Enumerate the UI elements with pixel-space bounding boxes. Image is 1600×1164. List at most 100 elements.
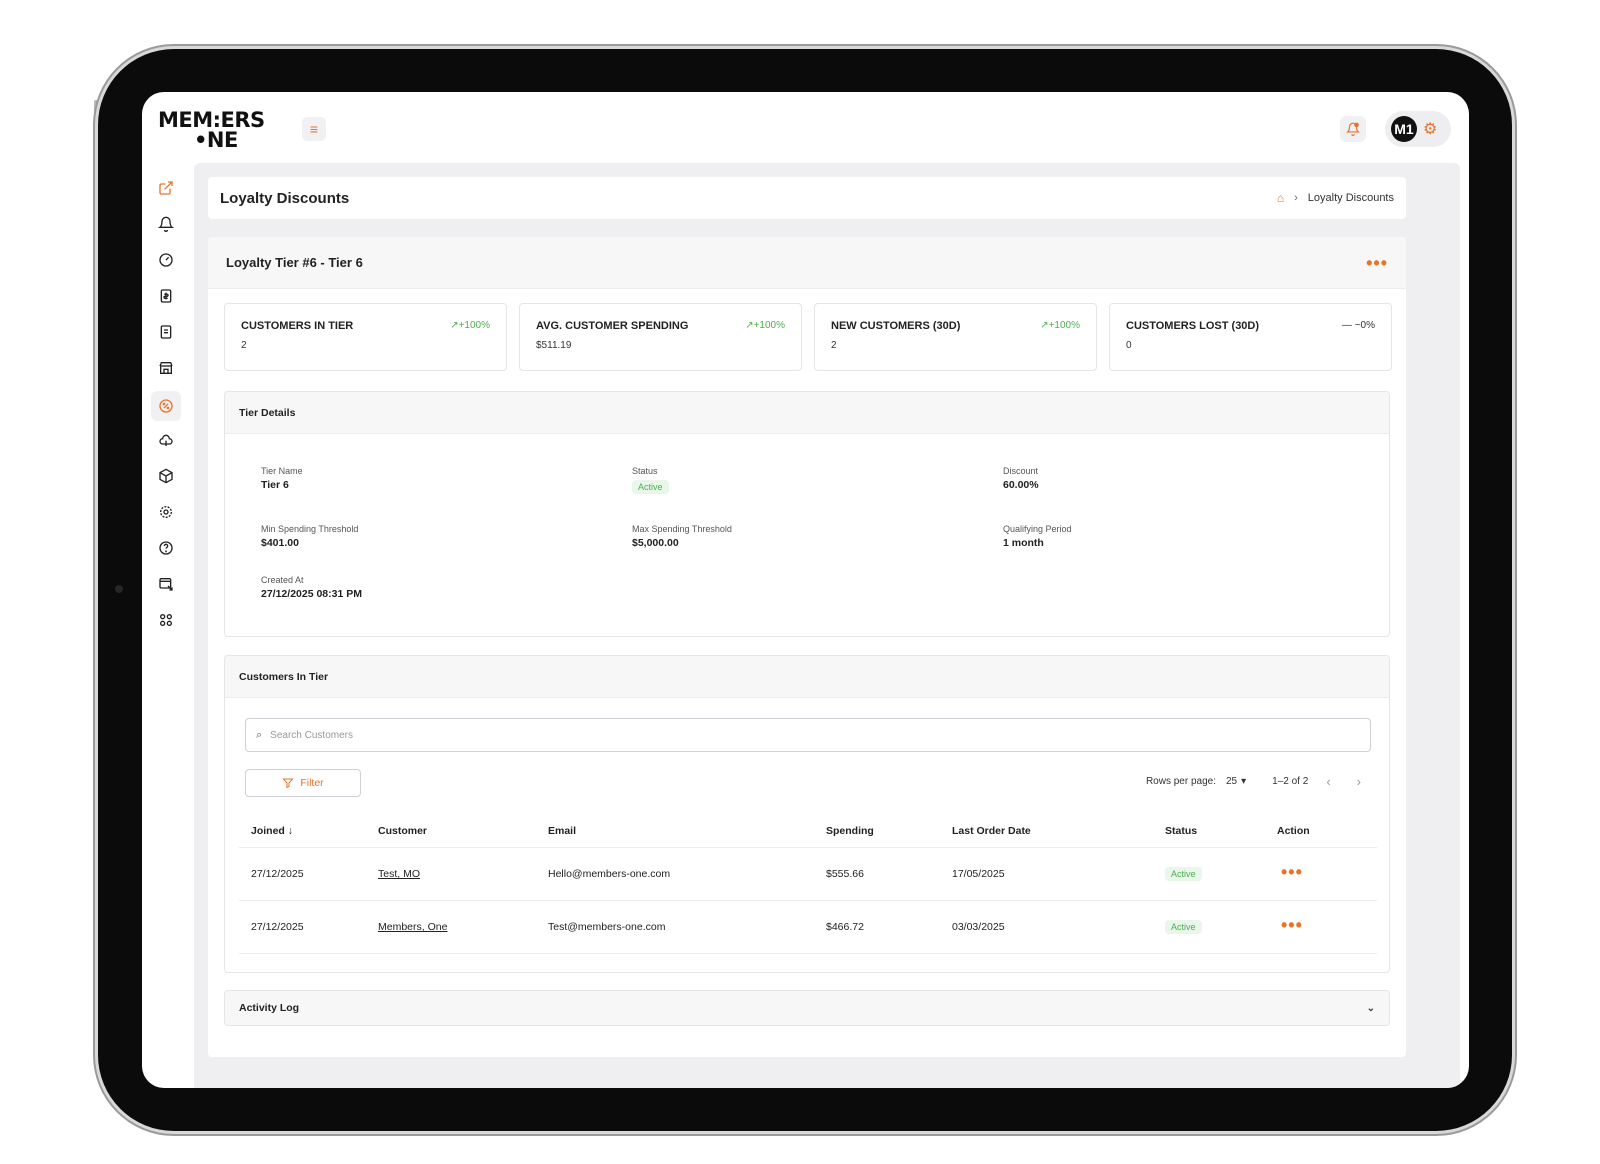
- cell-joined: 27/12/2025: [251, 921, 304, 933]
- box-icon: [159, 468, 173, 483]
- notifications-button[interactable]: [1340, 116, 1366, 142]
- sidebar-item-external[interactable]: [150, 172, 182, 208]
- table-row: 27/12/2025 Test, MO Hello@members-one.co…: [239, 848, 1377, 901]
- tablet-camera: [115, 585, 123, 593]
- search-box[interactable]: ⌕: [245, 718, 1371, 752]
- trend-up-icon: ↗: [450, 320, 459, 331]
- sidebar-item-help[interactable]: [150, 532, 182, 568]
- field-value: 1 month: [1003, 537, 1044, 549]
- sort-desc-icon: ↓: [287, 824, 294, 837]
- sidebar-item-wallet[interactable]: [150, 316, 182, 352]
- avatar[interactable]: M1: [1391, 116, 1417, 142]
- filter-label: Filter: [300, 777, 324, 789]
- cell-spending: $555.66: [826, 868, 864, 880]
- cell-last-order: 03/03/2025: [952, 921, 1005, 933]
- cloud-icon: [159, 434, 173, 446]
- home-icon[interactable]: ⌂: [1277, 191, 1284, 205]
- rows-per-page-label: Rows per page:: [1145, 776, 1216, 787]
- customer-link[interactable]: Test, MO: [378, 868, 420, 880]
- dashboard-icon: [159, 252, 173, 267]
- row-more-actions-icon[interactable]: •••: [1277, 915, 1303, 935]
- receipt-icon: [160, 288, 172, 303]
- field-value: $5,000.00: [632, 537, 679, 549]
- sidebar-item-notifications[interactable]: [150, 208, 182, 244]
- next-page-icon[interactable]: ›: [1349, 774, 1369, 789]
- sidebar-item-transactions[interactable]: [150, 280, 182, 316]
- prev-page-icon[interactable]: ‹: [1318, 774, 1338, 789]
- status-badge: Active: [632, 480, 669, 494]
- stat-trend: — ~0%: [1341, 320, 1375, 331]
- sidebar-item-settings[interactable]: [150, 496, 182, 532]
- field-tier-name: Tier Name Tier 6: [261, 466, 303, 491]
- main-content: Loyalty Discounts ⌂ › Loyalty Discounts …: [194, 163, 1460, 1088]
- settings-gear-icon[interactable]: ⚙: [1423, 119, 1437, 139]
- stat-card-customers-lost: CUSTOMERS LOST (30D) 0 — ~0%: [1109, 303, 1392, 371]
- logo-line-2: •NE: [194, 128, 238, 152]
- sidebar-item-dashboard[interactable]: [150, 244, 182, 280]
- tier-panel: Loyalty Tier #6 - Tier 6 ••• CUSTOMERS I…: [208, 237, 1406, 1057]
- field-label: Min Spending Threshold: [261, 524, 359, 534]
- filter-button[interactable]: Filter: [245, 769, 361, 797]
- integrations-icon: [160, 613, 172, 626]
- stat-value: 2: [241, 340, 247, 351]
- field-value: Tier 6: [261, 479, 289, 491]
- page-range: 1–2 of 2: [1272, 776, 1309, 787]
- customers-heading: Customers In Tier: [225, 656, 1389, 698]
- store-icon: [159, 361, 173, 374]
- stat-value: 0: [1126, 340, 1132, 351]
- rows-per-page-select[interactable]: 25 ▾: [1226, 776, 1246, 787]
- stat-trend: ↗+100%: [745, 320, 785, 331]
- brand-logo[interactable]: MEM:ERS •NE: [158, 110, 265, 152]
- sidebar-item-cloud[interactable]: [150, 424, 182, 460]
- external-link-icon: [159, 180, 173, 195]
- activity-log-toggle[interactable]: Activity Log ⌄: [224, 990, 1390, 1026]
- col-last-order-date[interactable]: Last Order Date: [952, 825, 1165, 837]
- tier-panel-header: Loyalty Tier #6 - Tier 6 •••: [208, 237, 1406, 289]
- wallet-icon: [160, 324, 172, 339]
- col-customer[interactable]: Customer: [378, 825, 548, 837]
- hamburger-icon: ≡: [309, 121, 319, 137]
- stat-value: 2: [831, 340, 837, 351]
- field-value: 27/12/2025 08:31 PM: [261, 588, 362, 600]
- col-status[interactable]: Status: [1165, 825, 1277, 837]
- tier-details-body: Tier Name Tier 6 Status Active Discount …: [225, 434, 1389, 636]
- table-header-row: Joined ↓ Customer Email Spending Last Or…: [239, 814, 1377, 848]
- sidebar-item-products[interactable]: [150, 460, 182, 496]
- stat-card-avg-spending: AVG. CUSTOMER SPENDING $511.19 ↗+100%: [519, 303, 802, 371]
- stat-trend: ↗+100%: [1040, 320, 1080, 331]
- discount-icon: [159, 399, 173, 413]
- cell-last-order: 17/05/2025: [952, 868, 1005, 880]
- customers-table: Joined ↓ Customer Email Spending Last Or…: [239, 814, 1377, 954]
- field-label: Tier Name: [261, 466, 303, 476]
- help-icon: [159, 540, 173, 555]
- col-email[interactable]: Email: [548, 825, 826, 837]
- sidebar-item-integrations[interactable]: [150, 604, 182, 640]
- customer-link[interactable]: Members, One: [378, 921, 447, 933]
- tier-title: Loyalty Tier #6 - Tier 6: [226, 255, 363, 270]
- field-label: Created At: [261, 575, 304, 585]
- sidebar-item-browser[interactable]: [150, 568, 182, 604]
- stat-trend: ↗+100%: [450, 320, 490, 331]
- cell-joined: 27/12/2025: [251, 868, 304, 880]
- chevron-down-icon: ⌄: [1366, 1002, 1375, 1014]
- trend-flat-icon: —: [1341, 320, 1355, 331]
- breadcrumb-current: Loyalty Discounts: [1307, 192, 1394, 204]
- sidebar-item-store[interactable]: [150, 352, 182, 388]
- row-more-actions-icon[interactable]: •••: [1277, 862, 1303, 882]
- search-input[interactable]: [270, 729, 1360, 741]
- tier-more-actions-icon[interactable]: •••: [1366, 254, 1388, 272]
- search-icon: ⌕: [256, 728, 263, 741]
- status-badge: Active: [1165, 920, 1202, 934]
- user-menu[interactable]: M1 ⚙: [1385, 111, 1451, 147]
- col-joined[interactable]: Joined ↓: [239, 825, 378, 837]
- field-created-at: Created At 27/12/2025 08:31 PM: [261, 575, 362, 600]
- customers-card: Customers In Tier ⌕ Filter Rows per page…: [224, 655, 1390, 973]
- page-title: Loyalty Discounts: [220, 189, 350, 207]
- field-label: Qualifying Period: [1003, 524, 1072, 534]
- menu-toggle-button[interactable]: ≡: [302, 117, 326, 141]
- chevron-right-icon: ›: [1294, 192, 1298, 204]
- breadcrumb: ⌂ › Loyalty Discounts: [1277, 191, 1394, 205]
- field-label: Max Spending Threshold: [632, 524, 732, 534]
- sidebar-item-loyalty-discounts[interactable]: [150, 388, 182, 424]
- col-spending[interactable]: Spending: [826, 825, 952, 837]
